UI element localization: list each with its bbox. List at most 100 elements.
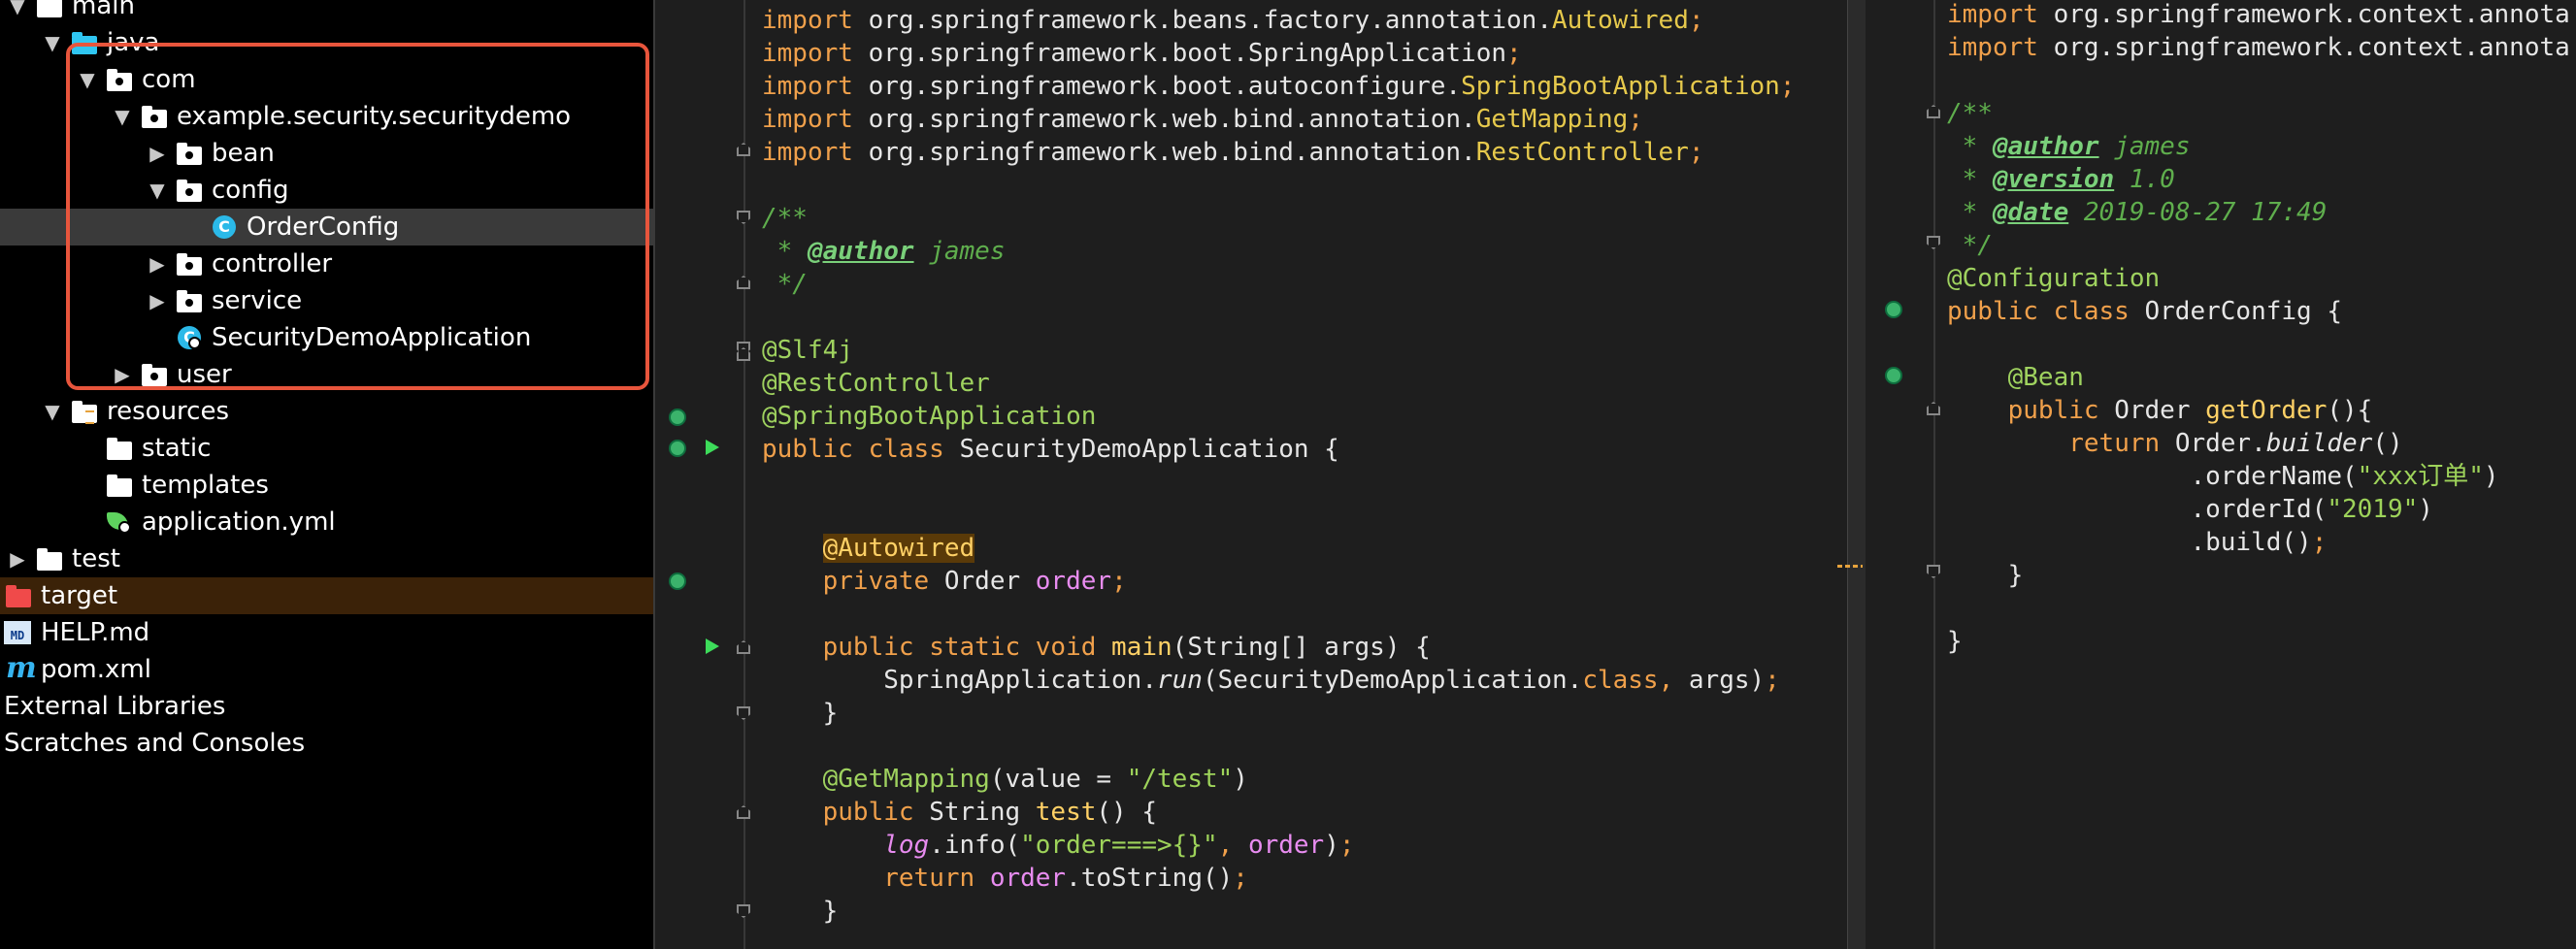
fold-marker-icon[interactable] [1927, 105, 1940, 118]
code-line[interactable]: } [1947, 625, 1963, 658]
code-line[interactable]: .orderId("2019") [1947, 493, 2432, 526]
code-line[interactable]: return order.toString(); [762, 862, 1248, 895]
fold-marker-icon[interactable] [737, 211, 750, 224]
expand-arrow-icon[interactable]: ▼ [0, 0, 35, 17]
code-line[interactable]: */ [762, 268, 808, 301]
tree-row-resources[interactable]: ▼ resources [0, 393, 653, 430]
tree-row-com[interactable]: ▼ com [0, 61, 653, 98]
fold-marker-icon[interactable] [737, 143, 750, 156]
tree-row-controller[interactable]: ▶ controller [0, 245, 653, 282]
code-line[interactable]: import org.springframework.web.bind.anno… [762, 103, 1643, 136]
collapse-arrow-icon[interactable]: ▶ [140, 142, 175, 165]
collapse-arrow-icon[interactable]: ▶ [0, 547, 35, 571]
code-line[interactable]: @GetMapping(value = "/test") [762, 763, 1248, 796]
fold-marker-icon[interactable] [737, 706, 750, 720]
code-line[interactable]: .build(); [1947, 526, 2327, 559]
tree-row-securitydemoapplication[interactable]: ▶CSecurityDemoApplication [0, 319, 653, 356]
spring-bean-gutter-icon[interactable] [669, 440, 686, 457]
code-line[interactable]: import org.springframework.beans.factory… [762, 4, 1704, 37]
tree-row-main[interactable]: ▼ main [0, 0, 653, 24]
collapse-arrow-icon[interactable]: ▶ [105, 363, 140, 386]
fold-marker-icon[interactable] [737, 904, 750, 918]
code-line[interactable]: @RestController [762, 367, 990, 400]
code-line[interactable]: @Autowired [762, 532, 975, 565]
tree-row-config[interactable]: ▼ config [0, 172, 653, 209]
code-line[interactable]: } [762, 697, 839, 730]
editor-securitydemoapplication[interactable]: import org.springframework.beans.factory… [653, 0, 1849, 949]
expand-arrow-icon[interactable]: ▼ [140, 179, 175, 202]
run-gutter-icon[interactable] [706, 440, 719, 455]
tree-row-target[interactable]: target [0, 577, 653, 614]
code-line[interactable]: return Order.builder() [1947, 427, 2402, 460]
code-line[interactable]: .orderName("xxx订单") [1947, 460, 2498, 493]
code-line[interactable]: * @date 2019-08-27 17:49 [1947, 196, 2328, 229]
collapse-arrow-icon[interactable]: ▶ [140, 252, 175, 276]
fold-marker-icon[interactable] [737, 276, 750, 289]
package-folder-icon [175, 288, 204, 313]
tree-row-orderconfig[interactable]: ▶COrderConfig [0, 209, 653, 245]
code-line[interactable]: public class SecurityDemoApplication { [762, 433, 1339, 466]
tree-row-example-security-securitydemo[interactable]: ▼ example.security.securitydemo [0, 98, 653, 135]
code-line[interactable]: public Order getOrder(){ [1947, 394, 2373, 427]
tree-row-static[interactable]: ▶static [0, 430, 653, 467]
run-main-gutter-icon[interactable] [706, 638, 719, 654]
code-line[interactable]: @Configuration [1947, 262, 2160, 295]
tree-row-service[interactable]: ▶ service [0, 282, 653, 319]
expand-arrow-icon[interactable]: ▼ [105, 105, 140, 128]
code-line[interactable]: import org.springframework.context.annot… [1947, 31, 2570, 64]
code-line[interactable]: } [762, 895, 839, 928]
fold-marker-icon[interactable] [737, 805, 750, 819]
code-line[interactable]: public class OrderConfig { [1947, 295, 2342, 328]
tree-row-java[interactable]: ▼ java [0, 24, 653, 61]
code-line[interactable]: * @version 1.0 [1947, 163, 2175, 196]
code-line[interactable]: log.info("order===>{}", order); [762, 829, 1354, 862]
tree-row-application-yml[interactable]: ▶application.yml [0, 504, 653, 540]
code-line[interactable]: /** [762, 202, 808, 235]
tree-row-bean[interactable]: ▶ bean [0, 135, 653, 172]
code-line[interactable]: @SpringBootApplication [762, 400, 1096, 433]
autowired-gutter-icon[interactable] [669, 573, 686, 590]
code-line[interactable]: import org.springframework.boot.autoconf… [762, 70, 1795, 103]
fold-marker-icon[interactable] [1927, 236, 1940, 249]
code-line[interactable]: public String test() { [762, 796, 1157, 829]
code-token: builder [2265, 429, 2373, 458]
collapse-arrow-icon[interactable]: ▶ [140, 289, 175, 312]
code-line[interactable]: private Order order; [762, 565, 1127, 598]
expand-arrow-icon[interactable]: ▼ [70, 68, 105, 91]
code-line[interactable]: import org.springframework.boot.SpringAp… [762, 37, 1522, 70]
expand-arrow-icon[interactable]: ▼ [35, 31, 70, 54]
code-line[interactable]: * @author james [1947, 130, 2191, 163]
editor-splitter[interactable] [1847, 0, 1867, 949]
fold-marker-icon[interactable] [1927, 402, 1940, 415]
tree-item-label: service [212, 286, 303, 315]
project-tree-panel: ▼ main ▼ java ▼ com ▼ example.security.security… [0, 0, 653, 949]
code-line[interactable]: @Bean [1947, 361, 2084, 394]
expand-arrow-icon[interactable]: ▼ [35, 400, 70, 423]
code-line[interactable]: SpringApplication.run(SecurityDemoApplic… [762, 664, 1780, 697]
code-line[interactable]: public static void main(String[] args) { [762, 631, 1431, 664]
tree-row-templates[interactable]: ▶templates [0, 467, 653, 504]
code-line[interactable]: * @author james [762, 235, 1006, 268]
resources-folder-icon [70, 399, 99, 424]
code-line[interactable]: import org.springframework.context.annot… [1947, 0, 2570, 31]
spring-config-gutter-icon[interactable] [1885, 301, 1902, 318]
editor-orderconfig[interactable]: import org.springframework.context.annot… [1866, 0, 2576, 949]
tree-row-help-md[interactable]: MD HELP.md [0, 614, 653, 651]
code-token: ; [1688, 138, 1704, 167]
fold-marker-icon[interactable] [1927, 565, 1940, 578]
spring-bean-gutter-icon[interactable] [669, 409, 686, 426]
code-line[interactable]: /** [1947, 97, 1993, 130]
code-line[interactable]: import org.springframework.web.bind.anno… [762, 136, 1704, 169]
tree-row-pom-xml[interactable]: m pom.xml [0, 651, 653, 688]
tree-row-test[interactable]: ▶ test [0, 540, 653, 577]
code-line[interactable]: } [1947, 559, 2024, 592]
code-line[interactable]: */ [1947, 229, 1993, 262]
spring-bean-gutter-icon[interactable] [1885, 367, 1902, 384]
fold-marker-icon[interactable] [737, 640, 750, 654]
code-line[interactable]: @Slf4j [762, 334, 853, 367]
tree-row-user[interactable]: ▶ user [0, 356, 653, 393]
tree-row-external-libraries[interactable]: External Libraries [0, 688, 653, 725]
tree-row-scratches-and-consoles[interactable]: Scratches and Consoles [0, 725, 653, 762]
